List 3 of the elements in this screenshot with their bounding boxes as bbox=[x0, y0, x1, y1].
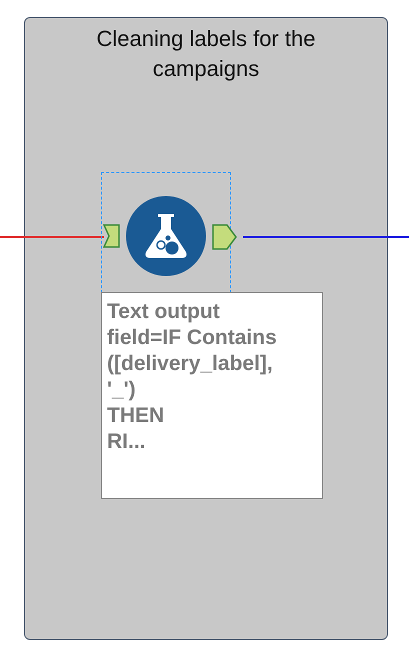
container-title: Cleaning labels for the campaigns bbox=[96, 25, 316, 83]
annotation-box: Text output field=IF Contains ([delivery_label], '_') THEN RI... bbox=[101, 292, 323, 499]
flask-icon[interactable] bbox=[126, 196, 206, 276]
